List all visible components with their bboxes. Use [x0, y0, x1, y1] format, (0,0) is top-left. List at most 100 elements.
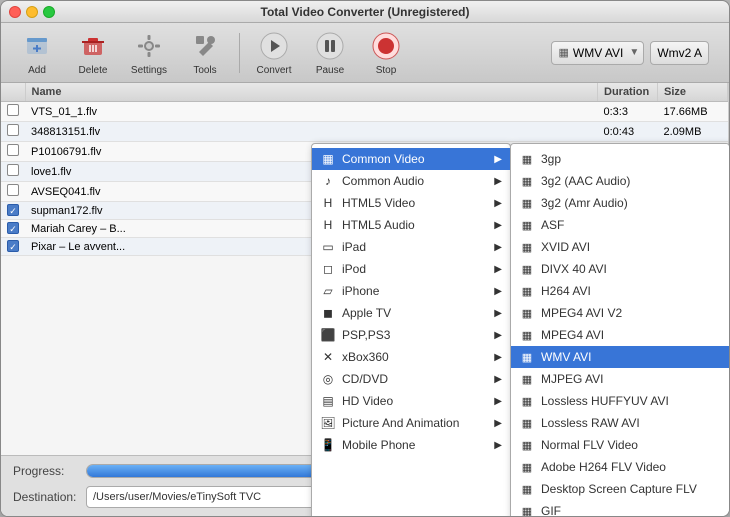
row-checkbox[interactable] [1, 182, 25, 202]
main-window: Total Video Converter (Unregistered) Add [0, 0, 730, 517]
submenu-item-asf[interactable]: ▦ASF [511, 214, 729, 236]
submenu-item-icon: ▦ [519, 437, 535, 453]
add-button[interactable]: Add [11, 27, 63, 79]
menu-item-label: iPhone [342, 284, 488, 298]
submenu-item-normal-flv-video[interactable]: ▦Normal FLV Video [511, 434, 729, 456]
tools-icon [189, 30, 221, 62]
submenu-item-label: Lossless RAW AVI [541, 416, 640, 430]
row-checkbox[interactable] [1, 220, 25, 238]
submenu-item-mpeg4-avi-v2[interactable]: ▦MPEG4 AVI V2 [511, 302, 729, 324]
menu-item-icon: ▱ [320, 283, 336, 299]
submenu-item-label: XVID AVI [541, 240, 590, 254]
close-button[interactable] [9, 6, 21, 18]
toolbar: Add Delete [1, 23, 729, 83]
submenu-item-icon: ▦ [519, 151, 535, 167]
checkbox-icon[interactable] [7, 184, 19, 196]
menu-item-icon: ✕ [320, 349, 336, 365]
settings-button[interactable]: Settings [123, 27, 175, 79]
menu-item-cd/dvd[interactable]: ◎CD/DVD▶ [312, 368, 510, 390]
progress-bar [87, 465, 338, 477]
dropdown-container: ▦Common Video▶ ♪ Common Audio ▶ H HTML5 Video… [311, 143, 729, 516]
menu-item-html5-video[interactable]: HHTML5 Video▶ [312, 192, 510, 214]
submenu-item-3g2--amr-audio-[interactable]: ▦3g2 (Amr Audio) [511, 192, 729, 214]
convert-label: Convert [256, 65, 291, 76]
delete-label: Delete [79, 65, 108, 76]
submenu-arrow-icon: ▶ [494, 154, 502, 165]
submenu-item-mjpeg-avi[interactable]: ▦MJPEG AVI [511, 368, 729, 390]
convert-button[interactable]: Convert [248, 27, 300, 79]
menu-item-psp,ps3[interactable]: ⬛PSP,PS3▶ [312, 324, 510, 346]
menu-item-apple-tv[interactable]: ◼Apple TV▶ [312, 302, 510, 324]
menu-item-common-video[interactable]: ▦Common Video▶ [312, 148, 510, 170]
row-checkbox[interactable] [1, 102, 25, 122]
row-checkbox[interactable] [1, 202, 25, 220]
menu-item-icon: H [320, 217, 336, 233]
checkbox-icon[interactable] [7, 240, 19, 252]
submenu-item-adobe-h264-flv-video[interactable]: ▦Adobe H264 FLV Video [511, 456, 729, 478]
submenu-item-icon: ▦ [519, 239, 535, 255]
submenu-item-3gp[interactable]: ▦3gp [511, 148, 729, 170]
pause-button[interactable]: Pause [304, 27, 356, 79]
checkbox-icon[interactable] [7, 124, 19, 136]
row-name: 348813151.flv [25, 122, 598, 142]
submenu-arrow-icon: ▶ [494, 198, 502, 209]
table-row[interactable]: VTS_01_1.flv0:3:317.66MB [1, 102, 728, 122]
col-checkbox [1, 83, 25, 102]
checkbox-icon[interactable] [7, 164, 19, 176]
submenu-item-label: MJPEG AVI [541, 372, 603, 386]
stop-button[interactable]: Stop [360, 27, 412, 79]
submenu-item-label: 3g2 (AAC Audio) [541, 174, 630, 188]
tools-button[interactable]: Tools [179, 27, 231, 79]
checkbox-icon[interactable] [7, 222, 19, 234]
quality-select[interactable]: Wmv2 A [650, 41, 709, 65]
menu-item-picture-and-animation[interactable]: 🖼Picture And Animation▶ [312, 412, 510, 434]
menu-item-icon: ▤ [320, 393, 336, 409]
minimize-button[interactable] [26, 6, 38, 18]
row-checkbox[interactable] [1, 122, 25, 142]
row-checkbox[interactable] [1, 142, 25, 162]
submenu-item-desktop-screen-capture-flv[interactable]: ▦Desktop Screen Capture FLV [511, 478, 729, 500]
submenu-item-mpeg4-avi[interactable]: ▦MPEG4 AVI [511, 324, 729, 346]
row-size: 2.09MB [658, 122, 728, 142]
settings-icon [133, 30, 165, 62]
submenu-item-lossless-huffyuv-avi[interactable]: ▦Lossless HUFFYUV AVI [511, 390, 729, 412]
menu-item-label: Common Audio [342, 174, 488, 188]
menu-item-icon: ⬛ [320, 327, 336, 343]
submenu-item-xvid-avi[interactable]: ▦ XVID AVI [511, 236, 729, 258]
checkbox-icon[interactable] [7, 144, 19, 156]
submenu-item-icon: ▦ [519, 283, 535, 299]
window-title: Total Video Converter (Unregistered) [261, 5, 470, 19]
menu-item-icon: ▦ [320, 151, 336, 167]
menu-item-icon: 📱 [320, 437, 336, 453]
submenu-item-h264-avi[interactable]: ▦H264 AVI [511, 280, 729, 302]
menu-item-html5-audio[interactable]: HHTML5 Audio▶ [312, 214, 510, 236]
menu-item-common-audio[interactable]: ♪Common Audio▶ [312, 170, 510, 192]
maximize-button[interactable] [43, 6, 55, 18]
format-select[interactable]: ▦ WMV AVI ▼ [551, 41, 644, 65]
menu-item-icon: ♪ [320, 173, 336, 189]
menu-item-mobile-phone[interactable]: 📱Mobile Phone▶ [312, 434, 510, 456]
menu-item-hd-video[interactable]: ▤HD Video▶ [312, 390, 510, 412]
row-checkbox[interactable] [1, 238, 25, 256]
submenu-item-icon: ▦ [519, 261, 535, 277]
delete-button[interactable]: Delete [67, 27, 119, 79]
menu-item-ipad[interactable]: ▭iPad▶ [312, 236, 510, 258]
menu-item-ipod[interactable]: ◻iPod▶ [312, 258, 510, 280]
submenu-item-label: GIF [541, 504, 561, 516]
table-row[interactable]: 348813151.flv0:0:432.09MB [1, 122, 728, 142]
menu-item-xbox360[interactable]: ✕xBox360▶ [312, 346, 510, 368]
checkbox-icon[interactable] [7, 204, 19, 216]
submenu-item-gif[interactable]: ▦GIF [511, 500, 729, 516]
menu-item-label: HTML5 Video [342, 196, 488, 210]
row-checkbox[interactable] [1, 162, 25, 182]
checkbox-icon[interactable] [7, 104, 19, 116]
submenu-item-label: 3g2 (Amr Audio) [541, 196, 628, 210]
tools-label: Tools [193, 65, 216, 76]
row-size: 17.66MB [658, 102, 728, 122]
submenu-item-divx-40-avi[interactable]: ▦DIVX 40 AVI [511, 258, 729, 280]
menu-item-iphone[interactable]: ▱iPhone▶ [312, 280, 510, 302]
submenu-item-icon: ▦ [519, 393, 535, 409]
submenu-item-lossless-raw-avi[interactable]: ▦Lossless RAW AVI [511, 412, 729, 434]
submenu-item-wmv-avi[interactable]: ▦WMV AVI [511, 346, 729, 368]
submenu-item-3g2--aac-audio-[interactable]: ▦3g2 (AAC Audio) [511, 170, 729, 192]
